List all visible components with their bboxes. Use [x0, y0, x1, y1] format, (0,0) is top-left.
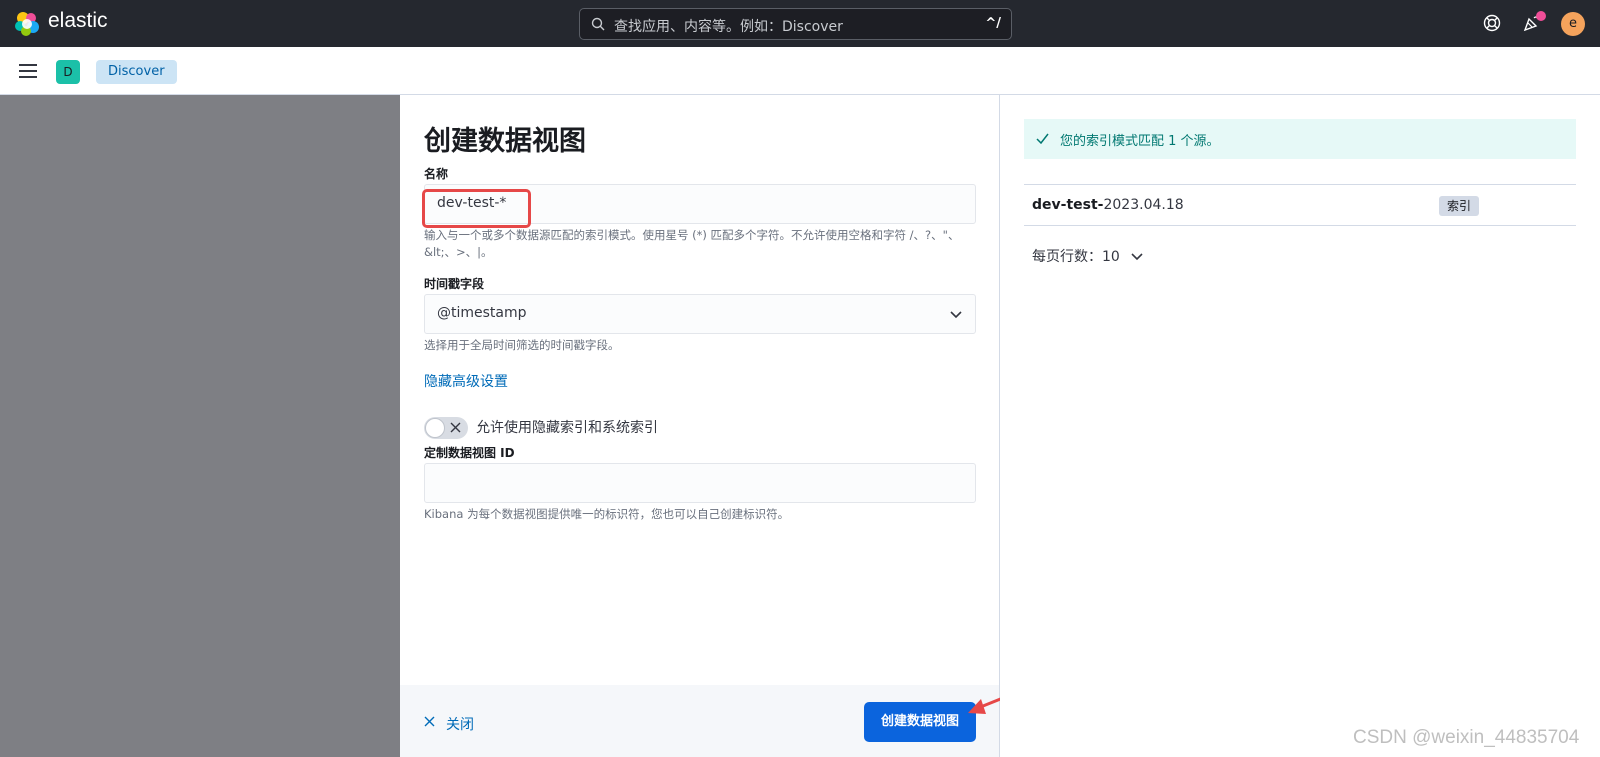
timestamp-select[interactable]: @timestamp	[424, 294, 976, 334]
notification-dot	[1536, 11, 1546, 21]
hamburger-menu-icon[interactable]	[19, 64, 37, 78]
custom-id-help-text: Kibana 为每个数据视图提供唯一的标识符，您也可以自己创建标识符。	[424, 507, 790, 521]
global-search-input[interactable]: 查找应用、内容等。例如：Discover ^/	[579, 8, 1012, 40]
timestamp-select-value: @timestamp	[437, 305, 527, 321]
flyout-title: 创建数据视图	[424, 126, 586, 157]
timestamp-label: 时间戳字段	[424, 277, 485, 291]
hidden-indices-toggle[interactable]	[424, 417, 468, 439]
top-header: elastic 查找应用、内容等。例如：Discover ^/ e	[0, 0, 1600, 47]
close-button-label: 关闭	[446, 717, 474, 733]
annotation-highlight-box	[422, 189, 531, 228]
match-callout: 您的索引模式匹配 1 个源。	[1024, 119, 1576, 159]
toggle-knob	[425, 418, 445, 438]
hidden-indices-toggle-label: 允许使用隐藏索引和系统索引	[476, 420, 658, 436]
elastic-logo-icon[interactable]	[14, 11, 40, 37]
close-icon	[424, 716, 435, 727]
name-help-text: 输入与一个或多个数据源匹配的索引模式。使用星号 (*) 匹配多个字符。不允许使用…	[424, 228, 960, 259]
index-name: dev-test-2023.04.18	[1032, 197, 1184, 213]
custom-id-input[interactable]	[424, 463, 976, 503]
timestamp-help-text: 选择用于全局时间筛选的时间戳字段。	[424, 338, 620, 352]
chevron-down-icon[interactable]	[1131, 250, 1143, 262]
index-name-prefix: dev-test-	[1032, 197, 1104, 213]
rows-per-page-button[interactable]: 每页行数：10	[1032, 246, 1120, 266]
overlay-mask[interactable]	[0, 95, 400, 757]
create-data-view-flyout: 创建数据视图 名称 dev-test-* 输入与一个或多个数据源匹配的索引模式。…	[400, 95, 1000, 757]
user-avatar[interactable]: e	[1561, 12, 1585, 36]
search-shortcut: ^/	[985, 16, 1001, 31]
chevron-down-icon	[950, 311, 962, 319]
hide-advanced-settings-link[interactable]: 隐藏高级设置	[424, 371, 508, 391]
help-icon[interactable]	[1483, 14, 1501, 32]
match-callout-text: 您的索引模式匹配 1 个源。	[1060, 134, 1220, 149]
index-name-suffix: 2023.04.18	[1103, 197, 1184, 213]
search-placeholder: 查找应用、内容等。例如：Discover	[614, 19, 843, 35]
name-label: 名称	[424, 167, 449, 181]
custom-id-label: 定制数据视图 ID	[424, 446, 515, 460]
index-preview-panel: 您的索引模式匹配 1 个源。 dev-test-2023.04.18 索引 每页…	[1000, 95, 1600, 757]
breadcrumb-discover[interactable]: Discover	[96, 60, 177, 84]
brand-name: elastic	[48, 9, 108, 32]
close-icon	[450, 422, 461, 433]
table-row: dev-test-2023.04.18 索引	[1024, 184, 1576, 226]
watermark: CSDN @weixin_44835704	[1353, 727, 1580, 748]
space-avatar[interactable]: D	[56, 60, 80, 84]
breadcrumb-bar: D Discover	[0, 47, 1600, 95]
index-type-badge: 索引	[1439, 196, 1480, 216]
search-icon	[591, 17, 605, 31]
create-data-view-button[interactable]: 创建数据视图	[864, 702, 976, 742]
check-icon	[1036, 133, 1049, 144]
flyout-footer: 关闭 创建数据视图	[400, 685, 999, 757]
